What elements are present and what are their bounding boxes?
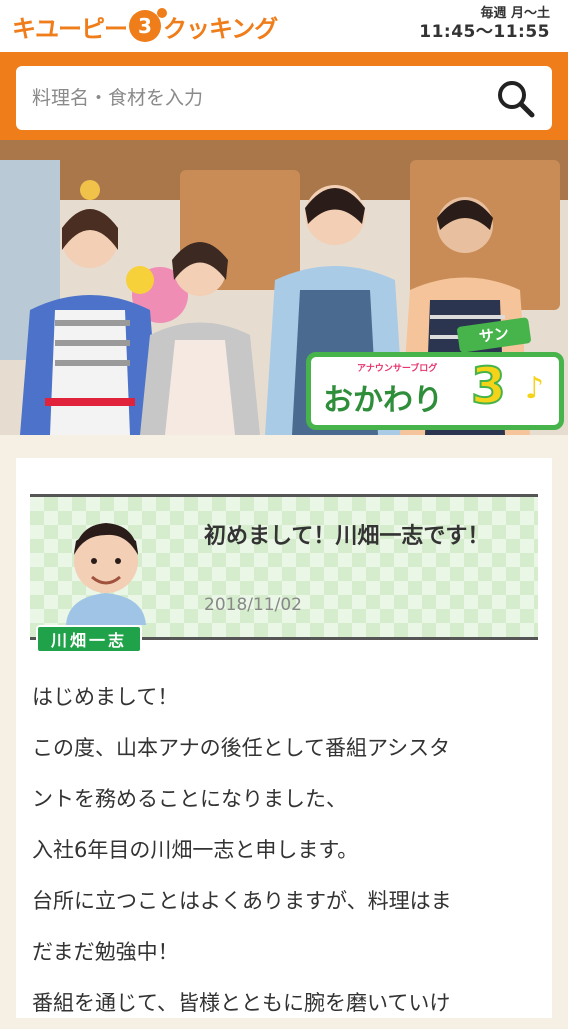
search-bar-area: [0, 56, 568, 140]
badge-title: おかわり: [323, 383, 443, 418]
body-line: 台所に立つことはよくありますが、料理はま: [32, 889, 452, 913]
badge-caption: アナウンサーブログ: [357, 364, 438, 374]
body-line: だまだ勉強中！: [32, 940, 179, 964]
badge-number: 3: [470, 356, 507, 416]
search-input[interactable]: [16, 66, 486, 130]
body-line: この度、山本アナの後任として番組アシスタ: [32, 736, 451, 760]
post-header: 川畑一志 初めまして！川畑一志です！ 2018/11/02: [30, 494, 538, 653]
broadcast-schedule: 毎週 月～土 11:45～11:55: [419, 6, 550, 42]
logo-text-brand: キユーピー: [12, 14, 128, 43]
post-title: 初めまして！川畑一志です！: [204, 524, 490, 549]
search-icon: [498, 81, 535, 118]
body-line: はじめまして！: [32, 685, 179, 709]
body-line: ントを務めることになりました、: [32, 787, 347, 811]
schedule-days: 毎週 月～土: [480, 6, 550, 21]
blog-post-card: 川畑一志 初めまして！川畑一志です！ 2018/11/02 はじめまして！ この…: [16, 458, 552, 1018]
music-note-icon: ♪: [525, 371, 545, 406]
announcer-blog-badge: アナウンサーブログ おかわり 3 ♪: [306, 352, 564, 430]
post-body: はじめまして！ この度、山本アナの後任として番組アシスタ ントを務めることになり…: [32, 672, 536, 1029]
schedule-time: 11:45～11:55: [419, 22, 550, 42]
search-box: [16, 66, 552, 130]
search-button[interactable]: [494, 78, 538, 118]
logo-text-cooking: クッキング: [163, 14, 278, 43]
author-avatar: [66, 523, 146, 625]
site-logo[interactable]: キユーピー 3 クッキング: [12, 8, 278, 44]
author-name-tag: 川畑一志: [36, 625, 142, 653]
logo-badge: 3: [129, 8, 167, 42]
post-date: 2018/11/02: [204, 595, 302, 615]
site-header: キユーピー 3 クッキング 毎週 月～土 11:45～11:55: [0, 0, 568, 56]
body-line: 入社6年目の川畑一志と申します。: [32, 838, 359, 862]
body-line: 番組を通じて、皆様とともに腕を磨いていけ: [32, 991, 451, 1015]
